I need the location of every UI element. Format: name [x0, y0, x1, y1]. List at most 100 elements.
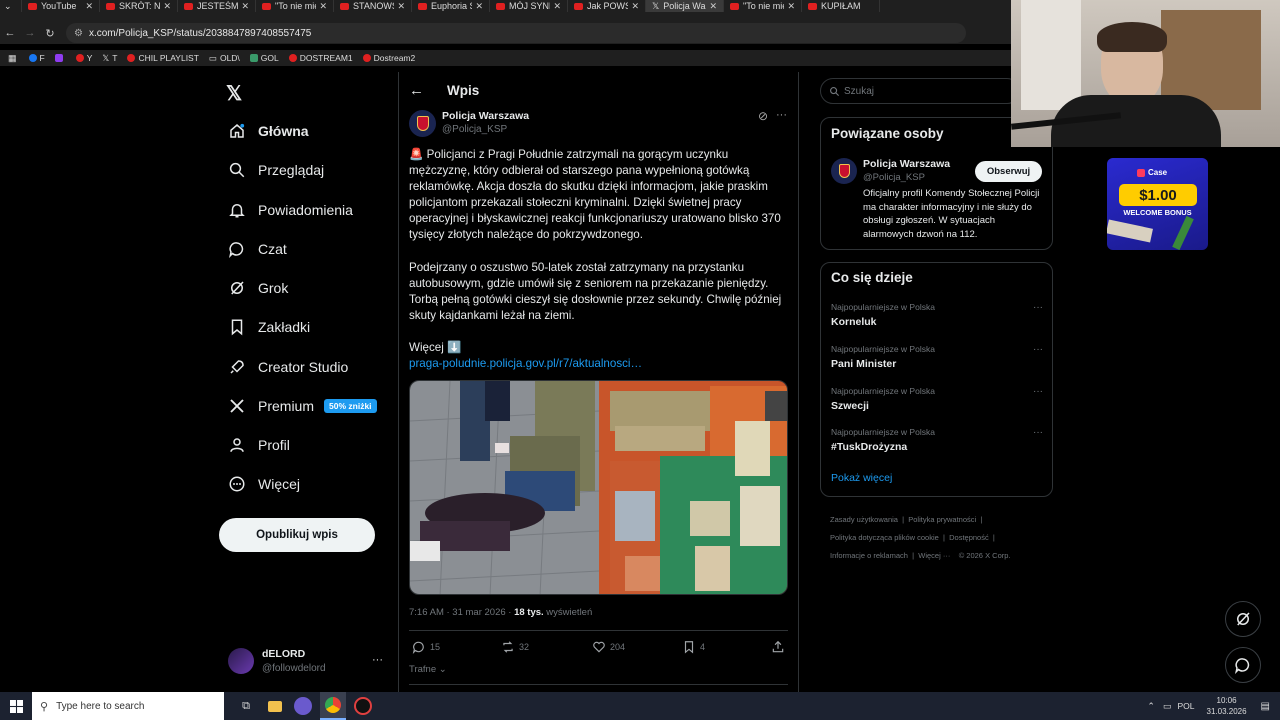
trend-menu-icon[interactable]: ···	[1033, 302, 1043, 313]
footer-link[interactable]: Polityka prywatności	[908, 515, 976, 524]
bookmark-item[interactable]: CHIL PLAYLIST	[127, 53, 199, 63]
trend-item[interactable]: Najpopularniejsze w Polska #TuskDrożyzna…	[831, 427, 1043, 453]
nav-bookmarks[interactable]: Zakładki	[228, 318, 310, 336]
back-icon[interactable]: ←	[0, 27, 20, 39]
nav-home[interactable]: Główna	[228, 122, 309, 140]
related-handle[interactable]: @Policja_KSP	[863, 172, 925, 183]
browser-tab-active[interactable]: 𝕏Policja Wars✕	[646, 0, 724, 12]
bookmark-button[interactable]: 4	[682, 640, 705, 654]
obs-icon[interactable]	[354, 697, 372, 715]
task-view-icon[interactable]: ⧉	[234, 700, 258, 713]
tweet-media[interactable]	[409, 380, 788, 595]
browser-tab[interactable]: SKRÓT: NIEM✕	[100, 0, 178, 12]
nav-chat[interactable]: Czat	[228, 240, 287, 258]
related-name[interactable]: Policja Warszawa	[863, 158, 950, 170]
x-logo-icon[interactable]: 𝕏	[226, 81, 242, 106]
follow-button[interactable]: Obserwuj	[975, 161, 1042, 182]
nav-grok[interactable]: Grok	[228, 279, 288, 297]
nav-creator-studio[interactable]: Creator Studio	[228, 358, 348, 376]
footer-link[interactable]: Polityka dotycząca plików cookie	[830, 533, 939, 542]
language-indicator[interactable]: POL	[1177, 701, 1194, 711]
network-icon[interactable]: ▭	[1163, 701, 1172, 712]
start-button[interactable]	[0, 692, 32, 720]
author-handle[interactable]: @Policja_KSP	[442, 124, 507, 135]
grok-fab[interactable]	[1225, 601, 1261, 637]
sort-dropdown[interactable]: Trafne ⌄	[409, 664, 447, 675]
close-tab-icon[interactable]: ✕	[319, 1, 327, 12]
messages-fab[interactable]	[1225, 647, 1261, 683]
browser-tab[interactable]: "To nie mies✕	[724, 0, 802, 12]
app-icon[interactable]	[294, 697, 312, 715]
close-tab-icon[interactable]: ✕	[163, 1, 171, 12]
reply-button[interactable]: 15	[412, 640, 440, 654]
address-bar[interactable]: ⚙ x.com/Policja_KSP/status/2038847897408…	[66, 23, 966, 43]
close-tab-icon[interactable]: ✕	[397, 1, 405, 12]
nav-premium[interactable]: Premium 50% zniżki	[228, 397, 377, 415]
back-arrow-icon[interactable]: ←	[409, 82, 424, 99]
browser-tab[interactable]: MÓJ SYNEK✕	[490, 0, 568, 12]
ad-banner[interactable]: Case $1.00 WELCOME BONUS	[1107, 158, 1208, 250]
footer-link[interactable]: Dostępność	[949, 533, 989, 542]
browser-tab[interactable]: STANOWSKI✕	[334, 0, 412, 12]
tweet-timestamp[interactable]: 7:16 AM · 31 mar 2026 ·	[409, 607, 514, 618]
trend-menu-icon[interactable]: ···	[1033, 344, 1043, 355]
browser-tab[interactable]: Jak POWSTA✕	[568, 0, 646, 12]
close-tab-icon[interactable]: ✕	[787, 1, 795, 12]
bookmark-item[interactable]: F	[28, 53, 45, 63]
retweet-button[interactable]: 32	[501, 640, 529, 654]
nav-explore[interactable]: Przeglądaj	[228, 161, 324, 179]
reload-icon[interactable]: ↻	[40, 27, 60, 40]
browser-tab[interactable]: YouTube ✕	[22, 0, 100, 12]
nav-notifications[interactable]: Powiadomienia	[228, 201, 353, 219]
post-button[interactable]: Opublikuj wpis	[219, 518, 375, 552]
bookmark-folder[interactable]: ▭ OLD\	[209, 53, 240, 64]
footer-link[interactable]: Zasady użytkowania	[830, 515, 898, 524]
show-more-link[interactable]: Pokaż więcej	[831, 472, 892, 484]
author-name[interactable]: Policja Warszawa	[442, 110, 529, 122]
footer-link[interactable]: Informacje o reklamach	[830, 551, 908, 560]
trend-menu-icon[interactable]: ···	[1033, 386, 1043, 397]
browser-tab[interactable]: Euphoria Se✕	[412, 0, 490, 12]
search-input[interactable]: Szukaj	[820, 78, 1020, 104]
grok-icon[interactable]: ⊘	[758, 109, 768, 123]
footer-link[interactable]: Więcej ···	[918, 551, 950, 560]
bookmark-item[interactable]: 𝕏T	[102, 53, 117, 64]
avatar[interactable]	[228, 648, 254, 674]
trend-menu-icon[interactable]: ···	[1033, 427, 1043, 438]
share-button[interactable]	[771, 640, 785, 659]
bookmark-item[interactable]: GOL	[249, 53, 279, 63]
apps-icon[interactable]: ▦	[8, 53, 17, 64]
trend-item[interactable]: Najpopularniejsze w Polska Korneluk ···	[831, 302, 1043, 328]
tweet-menu-icon[interactable]: ···	[776, 109, 787, 121]
bookmark-item[interactable]: Dostream2	[362, 53, 415, 63]
bookmark-item[interactable]	[54, 54, 66, 62]
bookmark-item[interactable]: DOSTREAM1	[288, 53, 353, 63]
bookmark-item[interactable]: Y	[75, 53, 92, 63]
tweet-link[interactable]: praga-poludnie.policja.gov.pl/r7/aktualn…	[409, 356, 791, 372]
related-avatar[interactable]	[831, 158, 857, 184]
browser-tab[interactable]: JESTEŚMY W✕	[178, 0, 256, 12]
browser-tab[interactable]: "To nie mies✕	[256, 0, 334, 12]
trend-item[interactable]: Najpopularniejsze w Polska Pani Minister…	[831, 344, 1043, 370]
author-avatar[interactable]	[409, 110, 436, 137]
close-tab-icon[interactable]: ✕	[709, 1, 717, 12]
tab-list-button[interactable]: ⌄	[0, 0, 22, 12]
close-tab-icon[interactable]: ✕	[475, 1, 483, 12]
clock[interactable]: 10:06 31.03.2026	[1207, 695, 1247, 717]
account-menu-icon[interactable]: ···	[372, 654, 383, 666]
nav-profile[interactable]: Profil	[228, 436, 290, 454]
site-info-icon[interactable]: ⚙	[74, 28, 83, 39]
close-tab-icon[interactable]: ✕	[553, 1, 561, 12]
trend-item[interactable]: Najpopularniejsze w Polska Szwecji ···	[831, 386, 1043, 412]
notifications-icon[interactable]: ▤	[1261, 701, 1270, 712]
taskbar-search-input[interactable]: ⚲ Type here to search	[32, 692, 224, 720]
chrome-taskbar-button[interactable]	[320, 692, 346, 720]
close-tab-icon[interactable]: ✕	[85, 1, 93, 12]
like-button[interactable]: 204	[592, 640, 625, 654]
forward-icon[interactable]: →	[20, 27, 40, 39]
tray-chevron-icon[interactable]: ⌃	[1147, 701, 1155, 712]
browser-tab[interactable]: KUPIŁAM	[802, 0, 880, 12]
nav-more[interactable]: Więcej	[228, 475, 300, 493]
file-explorer-icon[interactable]	[268, 700, 282, 712]
close-tab-icon[interactable]: ✕	[241, 1, 249, 12]
